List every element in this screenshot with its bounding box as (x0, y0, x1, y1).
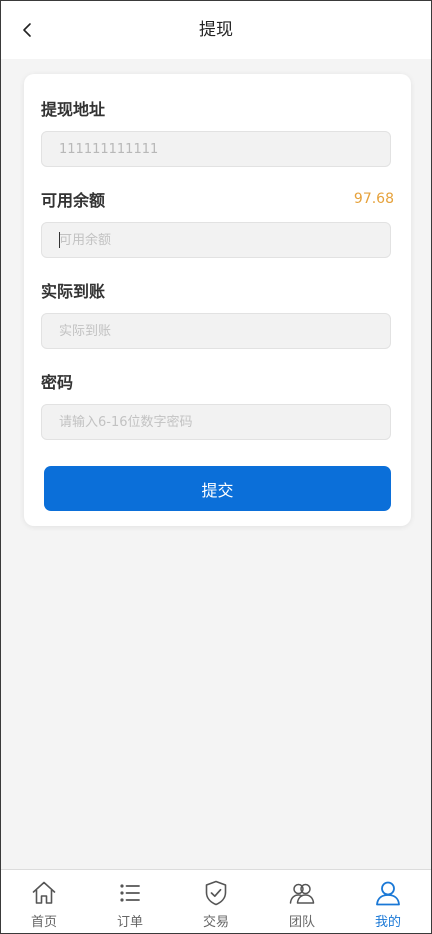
amount-input[interactable] (41, 222, 391, 258)
tab-label: 我的 (374, 915, 401, 930)
tab-mine[interactable]: 我的 (345, 870, 431, 933)
address-input[interactable] (41, 131, 391, 167)
password-label: 密码 (41, 373, 74, 392)
list-icon (120, 884, 140, 902)
received-label: 实际到账 (41, 282, 106, 301)
balance-amount: 97.68 (353, 191, 394, 207)
tab-label: 团队 (288, 915, 315, 930)
tab-orders[interactable]: 订单 (87, 870, 173, 933)
received-input[interactable] (41, 313, 391, 349)
tab-trade[interactable]: 交易 (173, 870, 259, 933)
tab-home[interactable]: 首页 (1, 870, 87, 933)
submit-button[interactable]: 提交 (44, 466, 391, 511)
balance-label: 可用余额 (41, 191, 106, 210)
user-icon (376, 881, 400, 906)
address-label: 提现地址 (41, 100, 106, 119)
tab-label: 交易 (202, 915, 229, 930)
header: 提现 (1, 1, 431, 59)
bottom-tab-bar: 首页 订单 交易 团队 我的 (1, 869, 431, 933)
app-frame: 提现 提现地址 可用余额 97.68 实际到账 密码 提交 首页 (0, 0, 432, 934)
tab-team[interactable]: 团队 (259, 870, 345, 933)
password-input[interactable] (41, 404, 391, 440)
team-icon (289, 883, 315, 904)
text-caret (59, 232, 60, 248)
home-icon (32, 881, 56, 904)
tab-label: 首页 (30, 915, 57, 930)
tab-label: 订单 (116, 915, 143, 930)
shield-check-icon (205, 880, 227, 906)
page-title: 提现 (199, 20, 233, 40)
withdraw-form-card: 提现地址 可用余额 97.68 实际到账 密码 提交 (24, 74, 411, 526)
